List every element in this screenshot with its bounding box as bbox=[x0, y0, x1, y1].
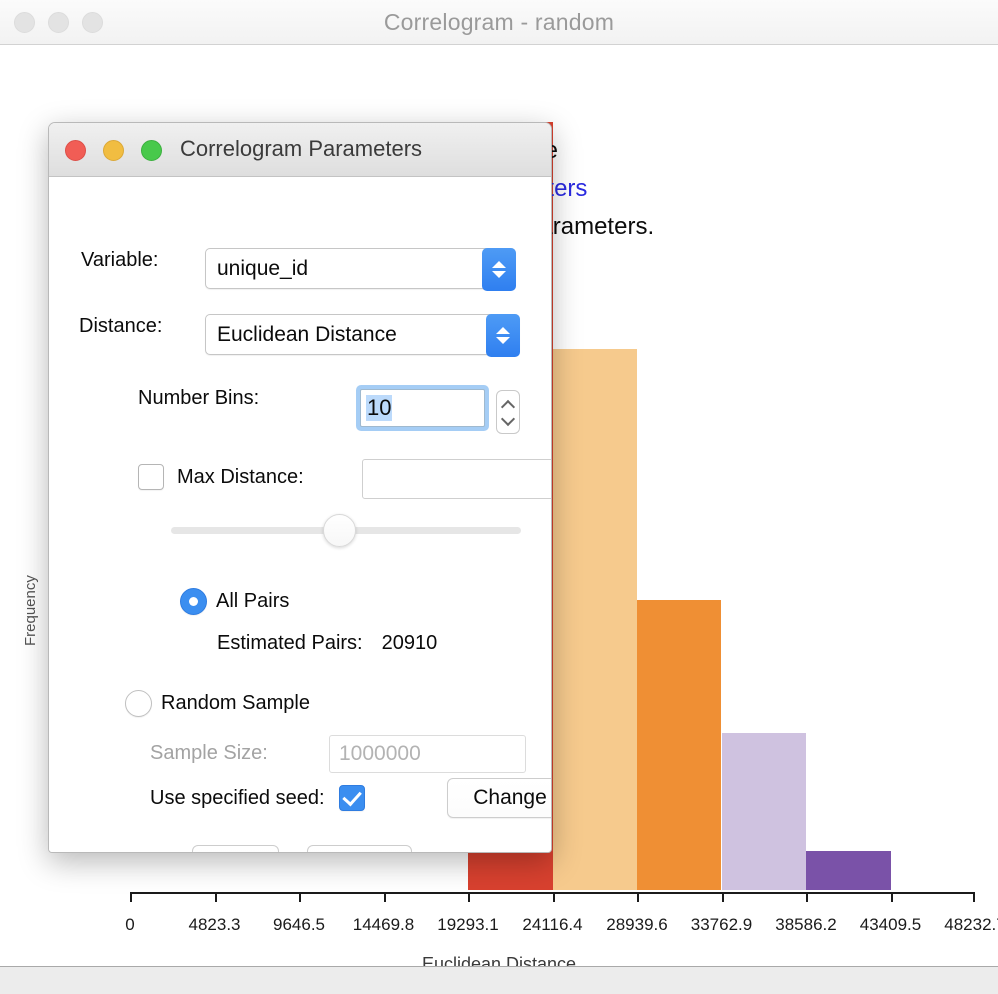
x-axis-tick bbox=[299, 892, 301, 902]
apply-button[interactable]: Apply bbox=[307, 845, 412, 852]
change-seed-button[interactable]: Change bbox=[447, 778, 551, 818]
random-sample-label: Random Sample bbox=[161, 692, 310, 714]
number-bins-label: Number Bins: bbox=[138, 387, 260, 409]
x-axis-tick-start bbox=[130, 892, 132, 902]
x-axis-tick-label: 0 bbox=[125, 915, 135, 934]
x-axis-tick bbox=[806, 892, 808, 902]
number-bins-value: 10 bbox=[366, 395, 393, 421]
x-axis-tick bbox=[552, 892, 555, 902]
distance-label: Distance: bbox=[79, 315, 163, 337]
use-seed-label: Use specified seed: bbox=[150, 786, 325, 809]
max-distance-row: Max Distance: bbox=[138, 464, 304, 490]
x-axis-tick bbox=[721, 892, 724, 902]
correlogram-parameters-dialog: Correlogram Parameters Variable: unique_… bbox=[48, 122, 552, 853]
x-axis-tick-label: 48232.7 bbox=[944, 915, 998, 934]
x-axis-tick-label: 28939.6 bbox=[606, 915, 668, 934]
max-distance-label: Max Distance: bbox=[177, 465, 304, 488]
estimated-pairs-value: 20910 bbox=[381, 632, 438, 654]
main-window: Correlogram - random Frequency 0 4823.3 96… bbox=[0, 0, 998, 994]
chevron-down-icon[interactable] bbox=[503, 416, 514, 423]
chart-bar bbox=[806, 850, 891, 890]
chart-bar bbox=[636, 599, 722, 890]
max-distance-slider[interactable] bbox=[171, 514, 521, 547]
sample-size-input[interactable]: 1000000 bbox=[329, 735, 526, 773]
distance-row: Distance: bbox=[79, 315, 162, 338]
sample-size-label: Sample Size: bbox=[150, 742, 268, 764]
chart-bar bbox=[552, 349, 637, 890]
number-bins-control: 10 bbox=[356, 385, 520, 434]
chevron-updown-icon[interactable] bbox=[486, 314, 520, 357]
x-axis-tick bbox=[637, 892, 639, 902]
x-axis-tick-end bbox=[973, 892, 975, 902]
x-axis-tick-label: 38586.2 bbox=[775, 915, 837, 934]
dialog-body: Variable: unique_id Distance: Euclidean … bbox=[49, 177, 551, 852]
main-title-bar: Correlogram - random bbox=[0, 0, 998, 45]
help-button[interactable]: Help bbox=[192, 845, 279, 852]
x-axis-tick-label: 9646.5 bbox=[273, 915, 325, 934]
x-axis-tick-label: 43409.5 bbox=[859, 915, 922, 934]
max-distance-checkbox[interactable] bbox=[138, 464, 164, 490]
chevron-up-icon[interactable] bbox=[503, 402, 514, 409]
x-axis-tick bbox=[890, 892, 893, 902]
dialog-title-bar[interactable]: Correlogram Parameters bbox=[49, 123, 551, 177]
distance-select[interactable]: Euclidean Distance bbox=[205, 314, 520, 357]
x-axis-tick bbox=[468, 892, 470, 902]
variable-value: unique_id bbox=[217, 256, 309, 280]
estimated-pairs-row: Estimated Pairs: 20910 bbox=[217, 632, 437, 655]
x-axis-tick-label: 14469.8 bbox=[352, 915, 415, 934]
slider-thumb[interactable] bbox=[323, 514, 356, 547]
max-distance-input[interactable] bbox=[362, 459, 551, 499]
main-window-title: Correlogram - random bbox=[383, 9, 615, 35]
chevron-updown-icon[interactable] bbox=[482, 248, 516, 291]
number-bins-row: Number Bins: bbox=[138, 387, 259, 410]
x-axis-tick bbox=[214, 892, 217, 902]
all-pairs-radio-row[interactable]: All Pairs bbox=[180, 588, 289, 615]
variable-row: Variable: bbox=[81, 249, 158, 272]
all-pairs-label: All Pairs bbox=[216, 590, 290, 612]
sample-size-row: Sample Size: bbox=[150, 742, 268, 765]
x-axis-tick bbox=[383, 892, 386, 902]
x-axis-tick-label: 19293.1 bbox=[437, 915, 499, 934]
status-bar bbox=[0, 966, 998, 994]
use-seed-row: Use specified seed: bbox=[150, 785, 365, 811]
number-bins-input[interactable]: 10 bbox=[356, 385, 489, 431]
random-sample-radio[interactable] bbox=[125, 690, 152, 717]
distance-value: Euclidean Distance bbox=[217, 322, 397, 346]
all-pairs-radio[interactable] bbox=[180, 588, 207, 615]
x-axis-tick-label: 33762.9 bbox=[690, 915, 753, 934]
x-axis-tick-label: 4823.3 bbox=[188, 915, 241, 934]
variable-select[interactable]: unique_id bbox=[205, 248, 516, 291]
x-axis-tick-label: 24116.4 bbox=[522, 915, 583, 934]
sample-size-placeholder: 1000000 bbox=[339, 742, 421, 765]
random-sample-radio-row[interactable]: Random Sample bbox=[125, 690, 310, 717]
number-bins-stepper[interactable] bbox=[496, 390, 520, 434]
use-seed-checkbox[interactable] bbox=[338, 785, 365, 811]
chart-bar bbox=[721, 733, 806, 890]
estimated-pairs-label: Estimated Pairs: bbox=[217, 632, 363, 654]
y-axis-title: Frequency bbox=[22, 575, 39, 646]
variable-label: Variable: bbox=[81, 249, 159, 271]
dialog-title: Correlogram Parameters bbox=[179, 136, 423, 161]
